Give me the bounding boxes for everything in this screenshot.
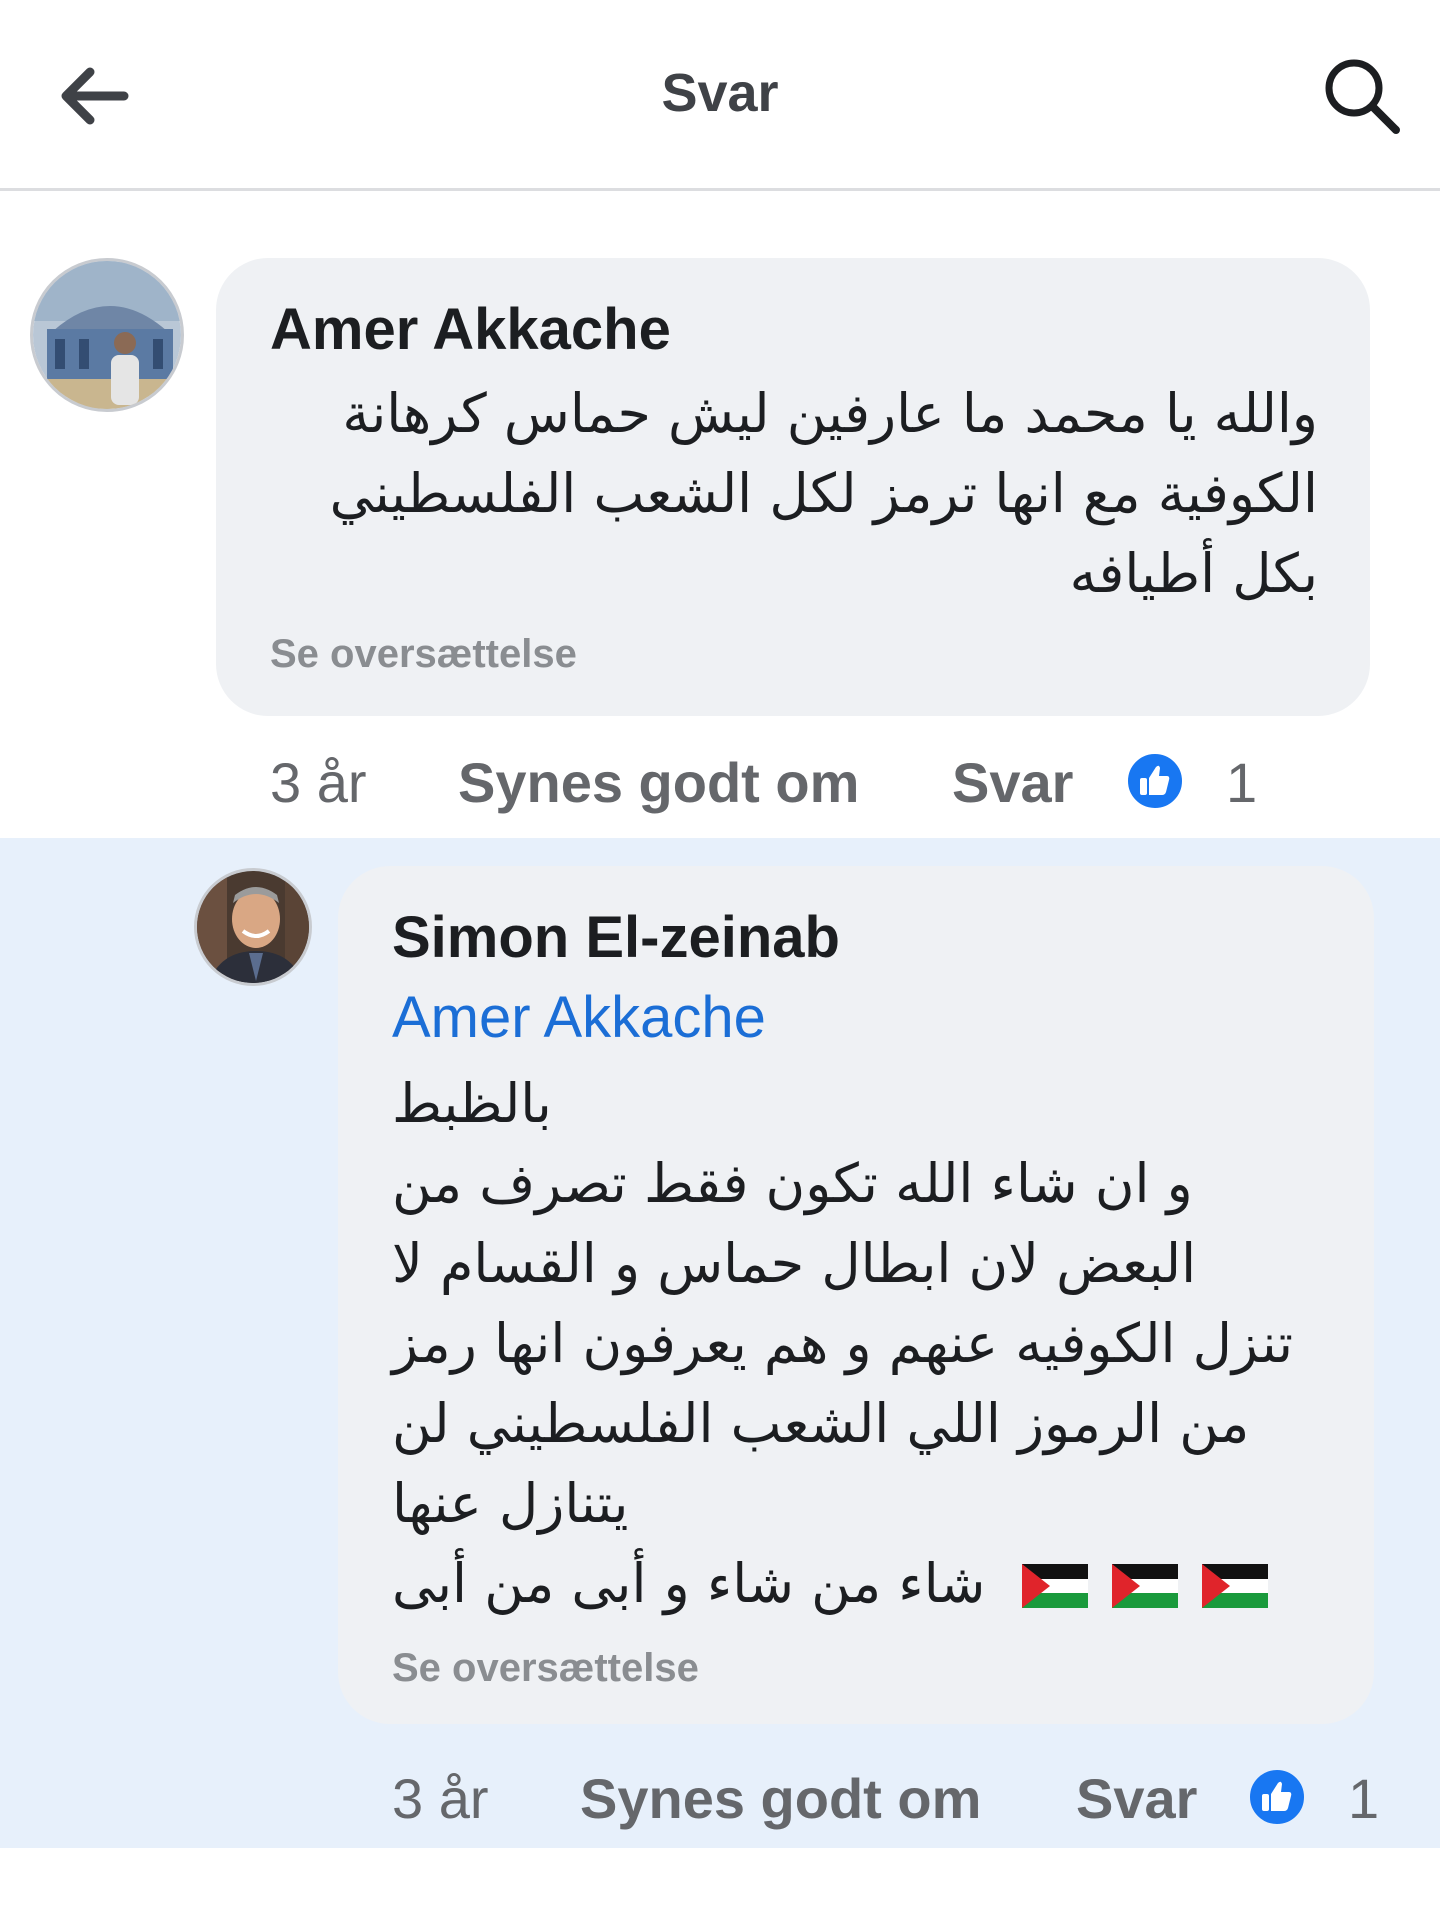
reply-text-line-5: من الرموز اللي الشعب الفلسطيني لن — [392, 1392, 1250, 1455]
reply-text-line-6: يتنازل عنها — [392, 1472, 629, 1535]
comment-timestamp: 3 år — [270, 751, 367, 814]
comment-text-line-2: الكوفية مع انها ترمز لكل الشعب الفلسطيني — [329, 462, 1318, 525]
comment-text-line-1: والله يا محمد ما عارفين ليش حماس كرهانة — [342, 382, 1318, 445]
avatar-amer-akkache[interactable] — [30, 258, 184, 412]
like-reaction-icon — [1124, 750, 1186, 812]
reply-button[interactable]: Svar — [952, 750, 1073, 815]
reply-text-line-7: شاء من شاء و أبى من أبى — [392, 1552, 986, 1615]
avatar-simon-el-zeinab[interactable] — [194, 868, 312, 986]
reply-reply-button[interactable]: Svar — [1076, 1766, 1197, 1831]
see-translation-link[interactable]: Se oversættelse — [270, 632, 577, 677]
reply-see-translation-link[interactable]: Se oversættelse — [392, 1646, 699, 1691]
reply-text-line-4: تنزل الكوفيه عنهم و هم يعرفون انها رمز — [392, 1312, 1293, 1375]
mention-link[interactable]: Amer Akkache — [392, 984, 766, 1051]
palestine-flag-icon — [1022, 1564, 1088, 1608]
comment-text-line-3: بكل أطيافه — [1069, 542, 1318, 605]
reply-timestamp: 3 år — [392, 1767, 489, 1830]
reply-text-line-2: و ان شاء الله تكون فقط تصرف من — [392, 1152, 1193, 1215]
comment-author[interactable]: Amer Akkache — [270, 296, 671, 363]
reply-reaction-count[interactable]: 1 — [1348, 1766, 1379, 1831]
reply-like-reaction-icon — [1246, 1766, 1308, 1828]
like-button[interactable]: Synes godt om — [458, 750, 859, 815]
reaction-count[interactable]: 1 — [1226, 750, 1257, 815]
page-title: Svar — [661, 63, 779, 123]
reply-like-button[interactable]: Synes godt om — [580, 1766, 981, 1831]
reply-text-line-3: البعض لان ابطال حماس و القسام لا — [392, 1232, 1197, 1295]
top-bar: Svar — [0, 0, 1440, 191]
search-icon[interactable] — [1320, 54, 1404, 138]
reply-text-line-1: بالظبط — [392, 1072, 552, 1135]
reply-author[interactable]: Simon El-zeinab — [392, 904, 840, 971]
reply-flags — [1018, 1562, 1278, 1610]
